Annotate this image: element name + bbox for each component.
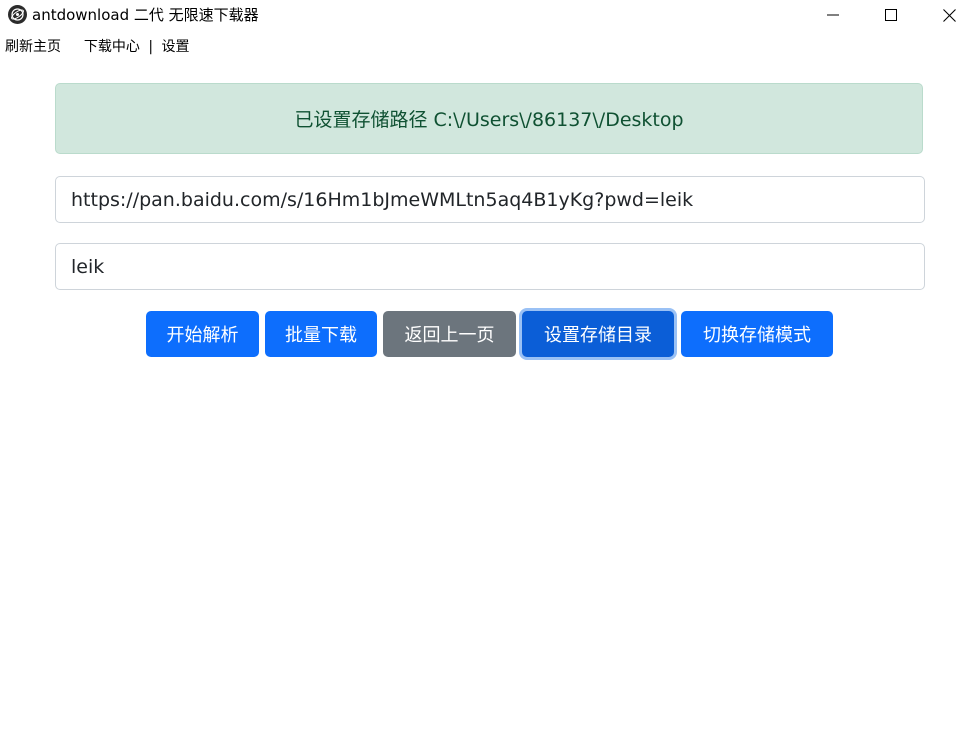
menu-item-refresh-home[interactable]: 刷新主页 <box>5 37 61 57</box>
app-window: antdownload 二代 无限速下载器 刷新主页 下载中心 | 设置 已设置… <box>0 0 979 736</box>
menu-separator: | <box>148 39 154 55</box>
switch-storage-mode-button[interactable]: 切换存储模式 <box>681 311 833 357</box>
share-password-input[interactable] <box>55 243 925 290</box>
share-url-input[interactable] <box>55 176 925 223</box>
storage-path-alert: 已设置存储路径 C:\/Users\/86137\/Desktop <box>55 83 923 154</box>
batch-download-button[interactable]: 批量下载 <box>265 311 377 357</box>
menu-item-download-center[interactable]: 下载中心 <box>84 37 140 57</box>
minimize-button[interactable] <box>810 0 856 30</box>
app-logo-icon <box>8 5 27 24</box>
set-storage-dir-button[interactable]: 设置存储目录 <box>522 311 674 357</box>
menu-item-settings[interactable]: 设置 <box>162 37 190 57</box>
close-button[interactable] <box>926 0 972 30</box>
minimize-icon <box>827 14 839 16</box>
title-bar: antdownload 二代 无限速下载器 <box>0 0 979 30</box>
start-parse-button[interactable]: 开始解析 <box>146 311 259 357</box>
menu-bar: 刷新主页 下载中心 | 设置 <box>5 37 190 57</box>
maximize-button[interactable] <box>868 0 914 30</box>
maximize-icon <box>885 9 897 21</box>
close-icon <box>942 8 956 22</box>
window-title: antdownload 二代 无限速下载器 <box>32 6 259 24</box>
back-button[interactable]: 返回上一页 <box>383 311 516 357</box>
alert-text: 已设置存储路径 C:\/Users\/86137\/Desktop <box>294 109 684 131</box>
